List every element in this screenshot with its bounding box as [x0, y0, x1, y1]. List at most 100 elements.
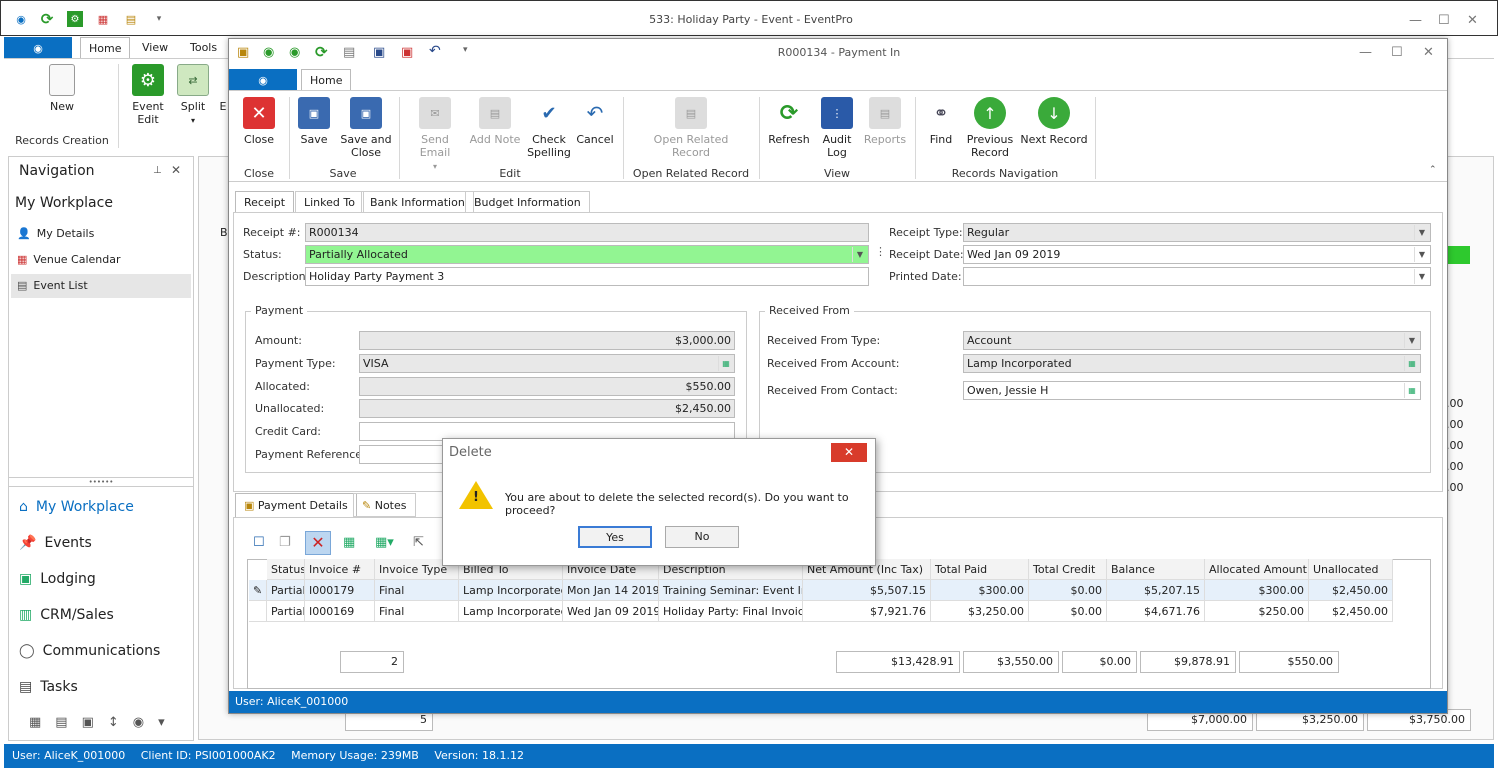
delete-dialog-close-button[interactable]: ✕ [831, 443, 867, 462]
minimize-icon[interactable]: — [1359, 45, 1372, 60]
nav-communications[interactable]: ◯ Communications [19, 643, 160, 659]
row-indicator[interactable]: ✎ [249, 580, 267, 601]
minimize-icon[interactable]: — [1409, 13, 1422, 28]
receipt-type-field[interactable]: Regular ▼ [963, 223, 1431, 242]
nav-crm-sales[interactable]: ▥ CRM/Sales [19, 607, 114, 623]
settings-icon[interactable]: ⚙ [67, 11, 83, 27]
maximize-icon[interactable]: ☐ [1391, 45, 1403, 60]
partial-ribbon-button[interactable]: E [218, 100, 228, 113]
cancel-button[interactable]: ↶ Cancel [575, 97, 615, 147]
receipt-date-field[interactable]: Wed Jan 09 2019 ▼ [963, 245, 1431, 264]
grid-cell[interactable]: Lamp Incorporated [459, 601, 563, 622]
save-close-small-icon[interactable]: ▣ [401, 45, 413, 60]
export-icon[interactable]: ⇱ [413, 535, 424, 550]
grid-cell[interactable]: Partially Paid [267, 601, 305, 622]
nav-item-venue-calendar[interactable]: ▦ Venue Calendar [17, 253, 121, 266]
up-arrow-icon[interactable]: ◉ [263, 45, 274, 60]
grid-cell[interactable]: $2,450.00 [1309, 580, 1393, 601]
close-icon[interactable]: ✕ [1467, 13, 1478, 28]
grid-cell[interactable]: $0.00 [1029, 601, 1107, 622]
chevron-down-icon[interactable]: ▼ [1414, 269, 1429, 284]
previous-record-button[interactable]: ↑ Previous Record [965, 97, 1015, 159]
grid-cell[interactable]: Final [375, 601, 459, 622]
unallocated-field[interactable]: $2,450.00 [359, 399, 735, 418]
grid-cell[interactable]: $300.00 [931, 580, 1029, 601]
received-from-type-field[interactable]: Account ▼ [963, 331, 1421, 350]
refresh-icon[interactable]: ⟳ [315, 43, 328, 61]
reports-button[interactable]: ▤ Reports [861, 97, 909, 146]
payment-type-field[interactable]: VISA ▦ [359, 354, 735, 373]
check-spelling-button[interactable]: ✔ Check Spelling [525, 97, 573, 159]
tab-home[interactable]: Home [80, 37, 131, 59]
nav-tasks[interactable]: ▤ Tasks [19, 679, 78, 695]
tab-linked-to[interactable]: Linked To [295, 191, 364, 213]
grid-cell[interactable]: Mon Jan 14 2019 [563, 580, 659, 601]
lookup-icon[interactable]: ▦ [1404, 383, 1419, 398]
lookup-icon[interactable]: ▦ [718, 356, 733, 371]
nav-lodging[interactable]: ▣ Lodging [19, 571, 96, 587]
more-options-icon[interactable]: ⋮ [875, 245, 886, 258]
nav-my-workplace[interactable]: ⌂ My Workplace [19, 499, 134, 515]
tab-budget-information[interactable]: Budget Information [465, 191, 590, 213]
nav-item-event-list[interactable]: ▤ Event List [17, 279, 88, 292]
maximize-icon[interactable]: ☐ [1438, 13, 1450, 28]
grid-header-cell[interactable]: Balance [1107, 559, 1205, 580]
grid-cell[interactable]: $3,250.00 [931, 601, 1029, 622]
nav-splitter[interactable]: •••••• [9, 477, 193, 487]
new-button[interactable]: New [40, 64, 84, 113]
received-from-contact-field[interactable]: Owen, Jessie H ▦ [963, 381, 1421, 400]
grid-cell[interactable]: I000169 [305, 601, 375, 622]
grid-cell[interactable]: $0.00 [1029, 580, 1107, 601]
refresh-icon[interactable]: ⟳ [39, 10, 55, 28]
grid-lookup-icon[interactable]: ▦ [343, 535, 355, 550]
send-email-button[interactable]: ✉ Send Email ▾ [405, 97, 465, 173]
audit-log-button[interactable]: ⋮ Audit Log [817, 97, 857, 159]
grid-cell[interactable]: Final [375, 580, 459, 601]
new-row-icon[interactable]: ☐ [253, 535, 265, 550]
tab-bank-information[interactable]: Bank Information [361, 191, 474, 213]
close-record-button[interactable]: ✕ Close [239, 97, 279, 146]
clipboard-icon[interactable]: ▤ [343, 45, 355, 60]
undo-icon[interactable]: ↶ [429, 43, 441, 59]
grid-cell[interactable]: $7,921.76 [803, 601, 931, 622]
tab-view[interactable]: View [134, 37, 176, 59]
status-field[interactable]: Partially Allocated ▼ [305, 245, 869, 264]
close-icon[interactable]: ✕ [1423, 45, 1434, 60]
tab-notes[interactable]: ✎ Notes [353, 493, 416, 517]
clipboard-icon[interactable]: ▤ [123, 11, 139, 27]
grid-cell[interactable]: Holiday Party: Final Invoice [659, 601, 803, 622]
grid-header-cell[interactable]: Allocated Amount [1205, 559, 1309, 580]
grid-cell[interactable]: I000179 [305, 580, 375, 601]
nav-close-icon[interactable]: ✕ [171, 163, 181, 177]
grid-cell[interactable]: Training Seminar: Event Invc [659, 580, 803, 601]
nav-mini-icons[interactable]: ▦▤▣↕◉▾ [29, 715, 179, 730]
calendar-icon[interactable]: ▦ [95, 11, 111, 27]
receipt-number-field[interactable]: R000134 [305, 223, 869, 242]
grid-cell[interactable]: $2,450.00 [1309, 601, 1393, 622]
quick-access-dropdown-icon[interactable]: ▾ [151, 11, 167, 27]
grid-cell[interactable]: $5,207.15 [1107, 580, 1205, 601]
grid-cell[interactable]: Wed Jan 09 2019 [563, 601, 659, 622]
chevron-down-icon[interactable]: ▼ [1414, 225, 1429, 240]
open-related-record-button[interactable]: ▤ Open Related Record [649, 97, 733, 159]
chevron-down-icon[interactable]: ▼ [1404, 333, 1419, 348]
save-and-close-button[interactable]: ▣ Save and Close [339, 97, 393, 159]
grid-cell[interactable]: $5,507.15 [803, 580, 931, 601]
tab-payment-details[interactable]: ▣ Payment Details [235, 493, 357, 517]
file-menu-button[interactable]: ◉ [4, 37, 72, 59]
file-menu-button[interactable]: ◉ [229, 69, 297, 91]
grid-header-cell[interactable]: Unallocated [1309, 559, 1393, 580]
nav-item-my-details[interactable]: 👤 My Details [17, 227, 94, 240]
refresh-button[interactable]: ⟳ Refresh [765, 97, 813, 146]
split-button[interactable]: ⇄ Split ▾ [174, 64, 212, 127]
lookup-icon[interactable]: ▦ [1404, 356, 1419, 371]
row-indicator[interactable] [249, 601, 267, 622]
grid-cell[interactable]: $4,671.76 [1107, 601, 1205, 622]
grid-options-icon[interactable]: ▦▾ [375, 535, 394, 550]
grid-cell[interactable]: Partially Paid [267, 580, 305, 601]
no-button[interactable]: No [665, 526, 739, 548]
chevron-down-icon[interactable]: ▼ [1414, 247, 1429, 262]
grid-cell[interactable]: Lamp Incorporated [459, 580, 563, 601]
tab-home[interactable]: Home [301, 69, 352, 91]
copy-row-icon[interactable]: ❐ [279, 535, 291, 550]
